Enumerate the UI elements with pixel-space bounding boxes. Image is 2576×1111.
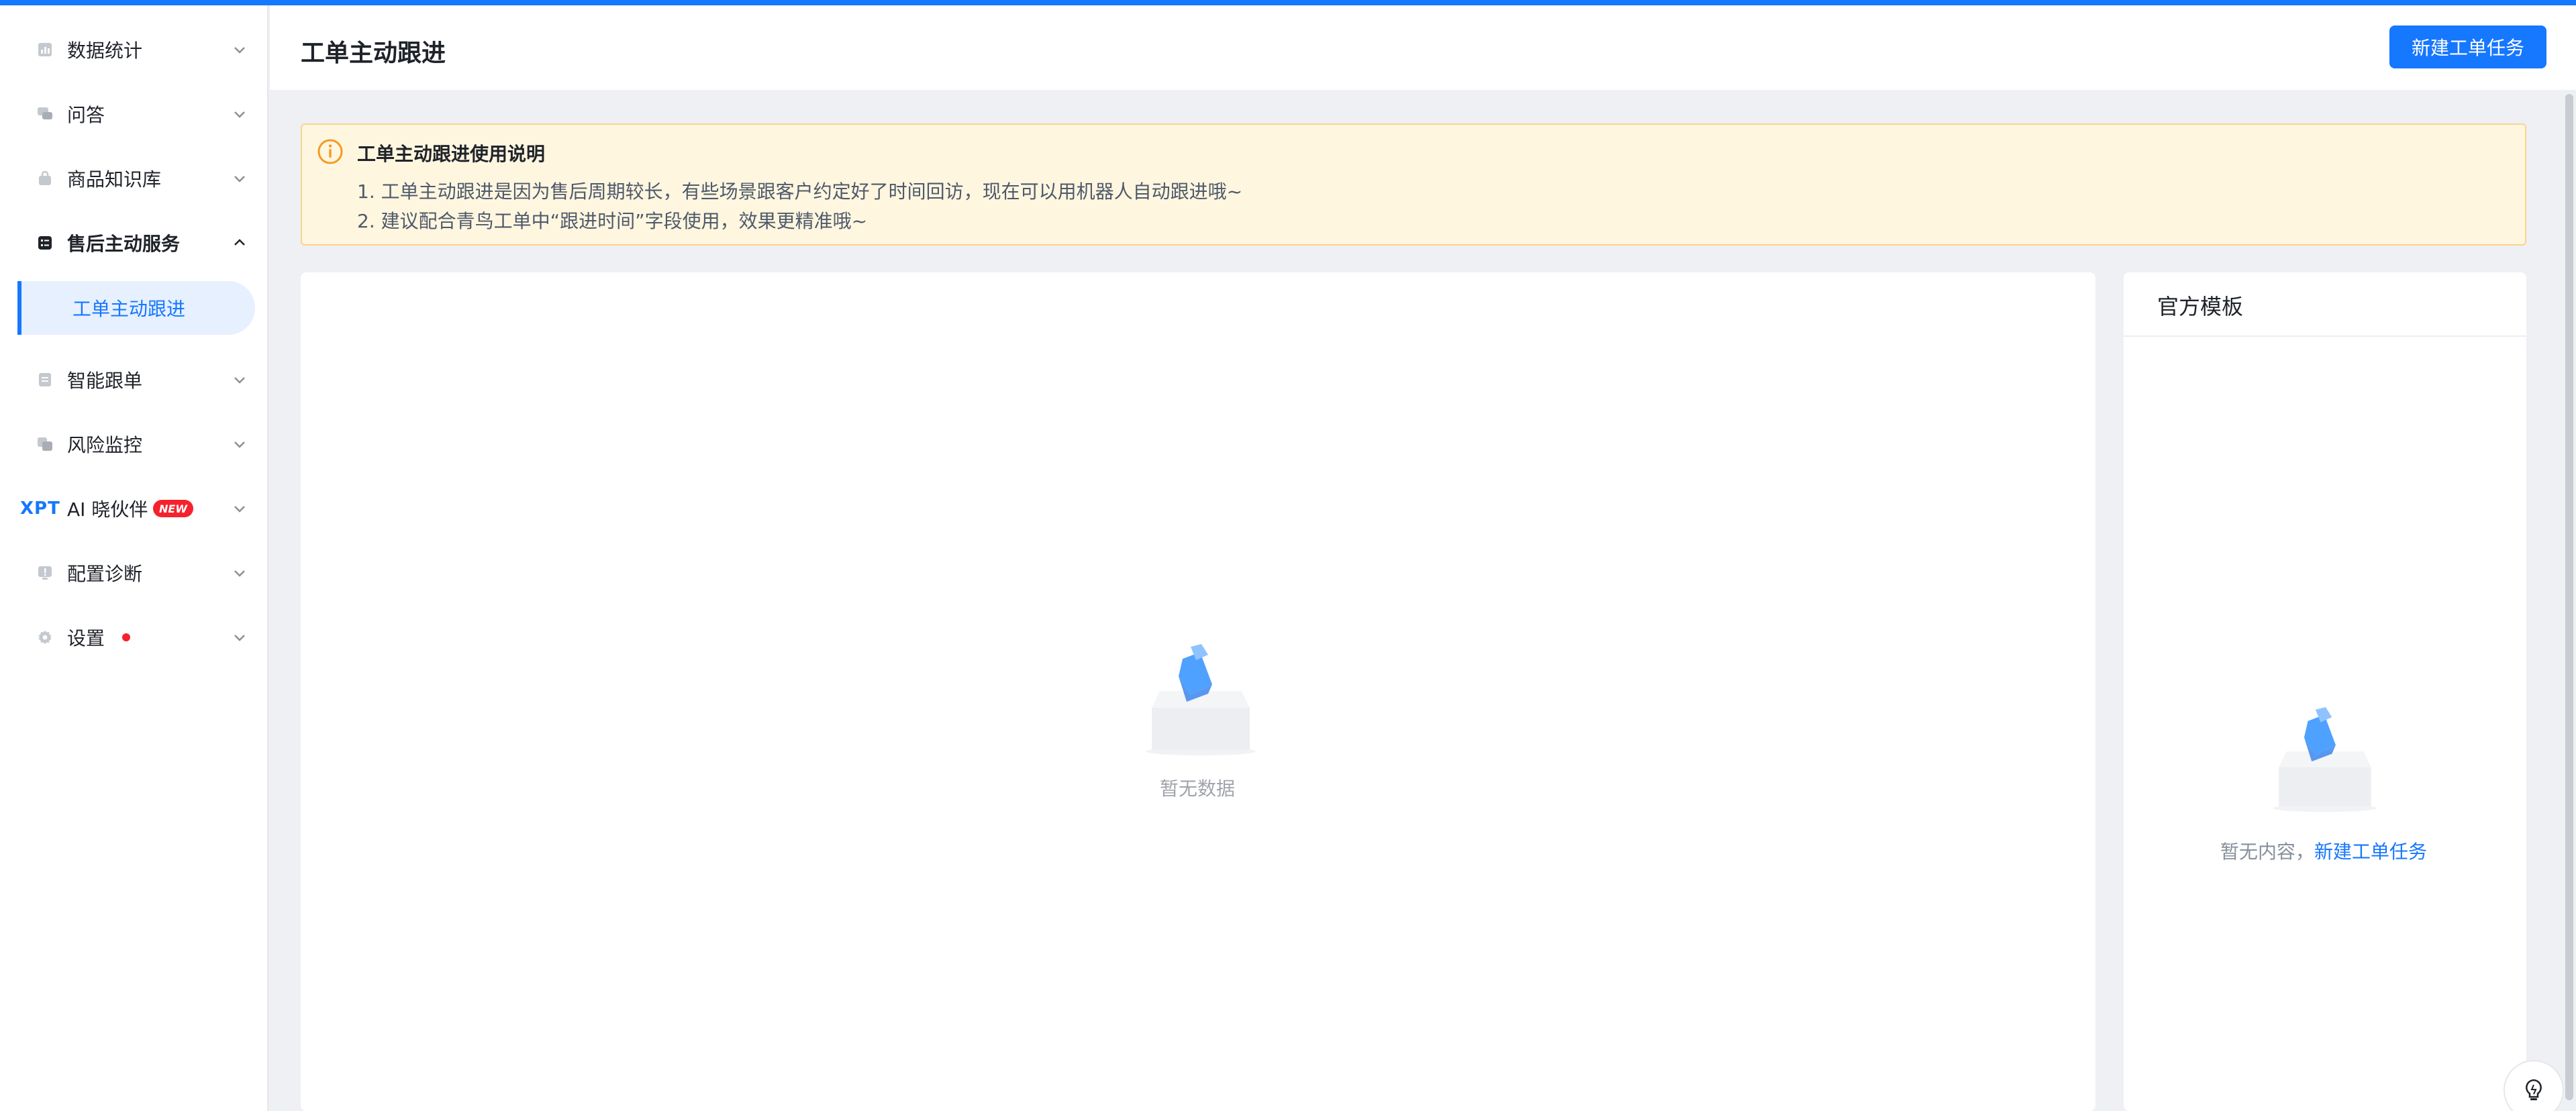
gear-icon [36,629,54,646]
new-badge: NEW [153,500,193,517]
sidebar-item-label: 配置诊断 [67,563,143,585]
sidebar-item-label: 商品知识库 [67,168,162,191]
sidebar-item-label: 数据统计 [67,40,143,62]
sidebar-item-risk-monitor[interactable]: 风险监控 [0,417,267,471]
chat-icon [36,105,54,123]
sidebar-item-data-stats[interactable]: 数据统计 [0,23,267,76]
chevron-down-icon [234,441,245,448]
sidebar-item-label: 售后主动服务 [67,233,181,255]
sidebar-item-after-sales[interactable]: 售后主动服务 [0,216,267,270]
chevron-down-icon [234,635,245,641]
sidebar-item-ai-partner[interactable]: XPT AI 晓伙伴 NEW [0,482,267,535]
page-header: 工单主动跟进 新建工单任务 [270,5,2576,90]
list-icon [36,234,54,252]
help-button[interactable] [2504,1060,2564,1111]
chevron-down-icon [234,111,245,118]
sidebar: 数据统计 问答 商品知识库 售后主动服务 工单主动跟进 智能跟单 风险监控 XP… [0,5,268,1111]
chevron-down-icon [234,176,245,182]
new-task-link[interactable]: 新建工单任务 [2314,841,2427,863]
chevron-down-icon [234,47,245,54]
alert-icon [36,564,54,582]
sidebar-item-product-kb[interactable]: 商品知识库 [0,152,267,205]
sidebar-item-label: 风险监控 [67,434,143,456]
sidebar-item-label: 智能跟单 [67,370,143,392]
chevron-up-icon [234,239,245,246]
empty-box-icon [1146,644,1256,755]
lightbulb-icon [2526,1079,2542,1100]
sidebar-item-label: AI 晓伙伴 [67,498,148,521]
new-task-button[interactable]: 新建工单任务 [2389,25,2546,68]
scrollbar-thumb[interactable] [2565,94,2573,1100]
top-accent-bar [0,0,2576,5]
sidebar-subitem-ticket-followup[interactable]: 工单主动跟进 [17,281,255,335]
document-icon [36,371,54,388]
usage-notice: 工单主动跟进使用说明 1. 工单主动跟进是因为售后周期较长，有些场景跟客户约定好… [301,123,2526,246]
chart-icon [36,41,54,58]
sidebar-subitem-label: 工单主动跟进 [72,298,186,320]
official-templates-panel: 官方模板 暂无内容，新建工单任务 [2124,272,2526,1111]
sidebar-item-config-diagnosis[interactable]: 配置诊断 [0,546,267,600]
page-title: 工单主动跟进 [301,40,446,67]
divider [2124,335,2526,337]
empty-state-text: 暂无数据 [1160,778,1236,800]
sidebar-item-settings[interactable]: 设置 [0,611,267,664]
chevron-down-icon [234,506,245,513]
sidebar-item-qa[interactable]: 问答 [0,87,267,141]
xpt-logo: XPT [20,498,60,519]
task-list-panel: 暂无数据 [301,272,2095,1111]
monitor-icon [36,435,54,453]
templates-empty-text: 暂无内容， [2220,841,2315,863]
sidebar-item-label: 问答 [67,104,105,126]
notice-title: 工单主动跟进使用说明 [357,143,546,165]
notification-dot [122,633,130,641]
chevron-down-icon [234,377,245,384]
info-icon [317,139,343,164]
notice-line-1: 1. 工单主动跟进是因为售后周期较长，有些场景跟客户约定好了时间回访，现在可以用… [357,180,1243,203]
empty-box-icon [2273,707,2377,812]
templates-title: 官方模板 [2157,294,2244,319]
templates-empty-state: 暂无内容，新建工单任务 [2220,837,2427,864]
chevron-down-icon [234,570,245,577]
bag-icon [36,170,54,187]
sidebar-item-smart-tracking[interactable]: 智能跟单 [0,353,267,407]
notice-line-2: 2. 建议配合青鸟工单中“跟进时间”字段使用，效果更精准哦~ [357,210,868,232]
sidebar-item-label: 设置 [67,627,105,649]
